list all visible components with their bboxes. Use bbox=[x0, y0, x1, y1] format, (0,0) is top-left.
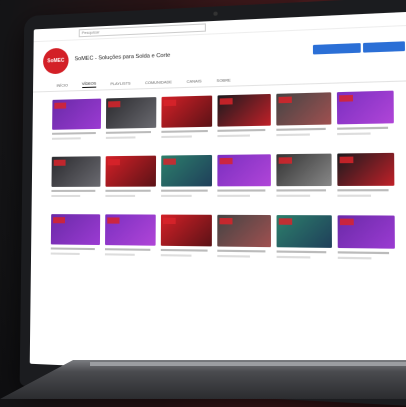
video-title bbox=[276, 250, 327, 254]
video-title bbox=[276, 127, 327, 131]
tab-canais[interactable]: CANAIS bbox=[187, 79, 202, 84]
video-title bbox=[337, 251, 390, 255]
tab-inicio[interactable]: INÍCIO bbox=[56, 83, 67, 87]
channel-name: SoMEC - Soluções para Solda e Corte bbox=[74, 52, 171, 63]
tab-sobre[interactable]: SOBRE bbox=[217, 78, 231, 83]
video-thumbnail[interactable] bbox=[337, 90, 394, 125]
channel-avatar[interactable]: SoMEC bbox=[42, 47, 69, 75]
video-card[interactable] bbox=[160, 214, 213, 270]
video-thumbnail[interactable] bbox=[276, 92, 332, 126]
video-title bbox=[160, 248, 208, 252]
video-meta bbox=[337, 132, 372, 136]
video-card[interactable] bbox=[217, 214, 272, 271]
join-button[interactable] bbox=[312, 43, 361, 55]
video-meta bbox=[51, 194, 81, 197]
tab-comunidade[interactable]: COMUNIDADE bbox=[145, 80, 172, 85]
video-meta bbox=[51, 137, 82, 140]
video-meta bbox=[276, 194, 310, 197]
video-thumbnail[interactable] bbox=[51, 156, 101, 187]
video-meta bbox=[105, 136, 136, 139]
video-card[interactable] bbox=[51, 98, 101, 152]
tab-playlists[interactable]: PLAYLISTS bbox=[110, 82, 130, 87]
video-card[interactable] bbox=[160, 95, 213, 151]
video-thumbnail[interactable] bbox=[337, 215, 395, 249]
video-thumbnail[interactable] bbox=[105, 97, 156, 129]
video-thumbnail[interactable] bbox=[105, 155, 156, 187]
video-thumbnail[interactable] bbox=[276, 215, 333, 248]
video-thumbnail[interactable] bbox=[160, 214, 213, 247]
video-card[interactable] bbox=[276, 92, 332, 149]
video-thumbnail[interactable] bbox=[217, 93, 272, 127]
video-meta bbox=[50, 252, 80, 255]
laptop-hinge bbox=[90, 362, 406, 366]
video-title bbox=[217, 249, 266, 253]
video-meta bbox=[337, 194, 372, 197]
video-card[interactable] bbox=[51, 156, 101, 209]
video-card[interactable] bbox=[276, 215, 333, 272]
video-thumbnail[interactable] bbox=[104, 214, 156, 246]
video-meta bbox=[160, 135, 192, 139]
webcam bbox=[213, 11, 218, 16]
video-card[interactable] bbox=[337, 152, 395, 210]
video-title bbox=[104, 248, 151, 251]
video-thumbnail[interactable] bbox=[50, 214, 101, 246]
video-title bbox=[337, 189, 389, 192]
video-title bbox=[217, 128, 266, 132]
video-meta bbox=[160, 194, 192, 197]
video-grid bbox=[31, 90, 406, 274]
video-title bbox=[161, 129, 208, 133]
video-card[interactable] bbox=[217, 93, 272, 150]
video-title bbox=[105, 189, 151, 192]
video-title bbox=[337, 126, 389, 130]
video-meta bbox=[276, 133, 310, 137]
video-title bbox=[217, 189, 266, 192]
video-thumbnail[interactable] bbox=[276, 153, 332, 187]
video-card[interactable] bbox=[104, 214, 156, 268]
video-title bbox=[52, 132, 96, 135]
laptop-screen: Pesquisar SoMEC SoMEC - Soluções para So… bbox=[29, 11, 406, 382]
video-card[interactable] bbox=[105, 97, 156, 151]
video-card[interactable] bbox=[160, 154, 213, 210]
video-title bbox=[50, 247, 95, 251]
video-card[interactable] bbox=[337, 215, 395, 273]
video-meta bbox=[217, 254, 250, 258]
video-meta bbox=[217, 194, 250, 197]
video-title bbox=[160, 189, 208, 192]
video-meta bbox=[160, 254, 192, 257]
subscribe-button[interactable] bbox=[363, 41, 406, 53]
video-thumbnail[interactable] bbox=[217, 214, 272, 248]
tab-videos[interactable]: VÍDEOS bbox=[81, 81, 97, 89]
video-thumbnail[interactable] bbox=[217, 154, 272, 187]
video-meta bbox=[337, 256, 372, 260]
video-meta bbox=[104, 253, 135, 256]
video-meta bbox=[217, 134, 250, 138]
video-title bbox=[51, 189, 96, 192]
video-thumbnail[interactable] bbox=[52, 98, 101, 130]
video-card[interactable] bbox=[337, 90, 394, 149]
laptop-lid: Pesquisar SoMEC SoMEC - Soluções para So… bbox=[19, 0, 406, 407]
video-card[interactable] bbox=[50, 214, 101, 268]
video-thumbnail[interactable] bbox=[161, 95, 213, 128]
video-card[interactable] bbox=[276, 153, 332, 210]
video-thumbnail[interactable] bbox=[160, 154, 213, 187]
video-card[interactable] bbox=[217, 154, 272, 209]
video-card[interactable] bbox=[105, 155, 156, 210]
video-title bbox=[276, 189, 327, 192]
video-meta bbox=[276, 255, 310, 259]
video-title bbox=[105, 131, 151, 134]
video-meta bbox=[105, 194, 136, 197]
video-thumbnail[interactable] bbox=[337, 152, 395, 186]
